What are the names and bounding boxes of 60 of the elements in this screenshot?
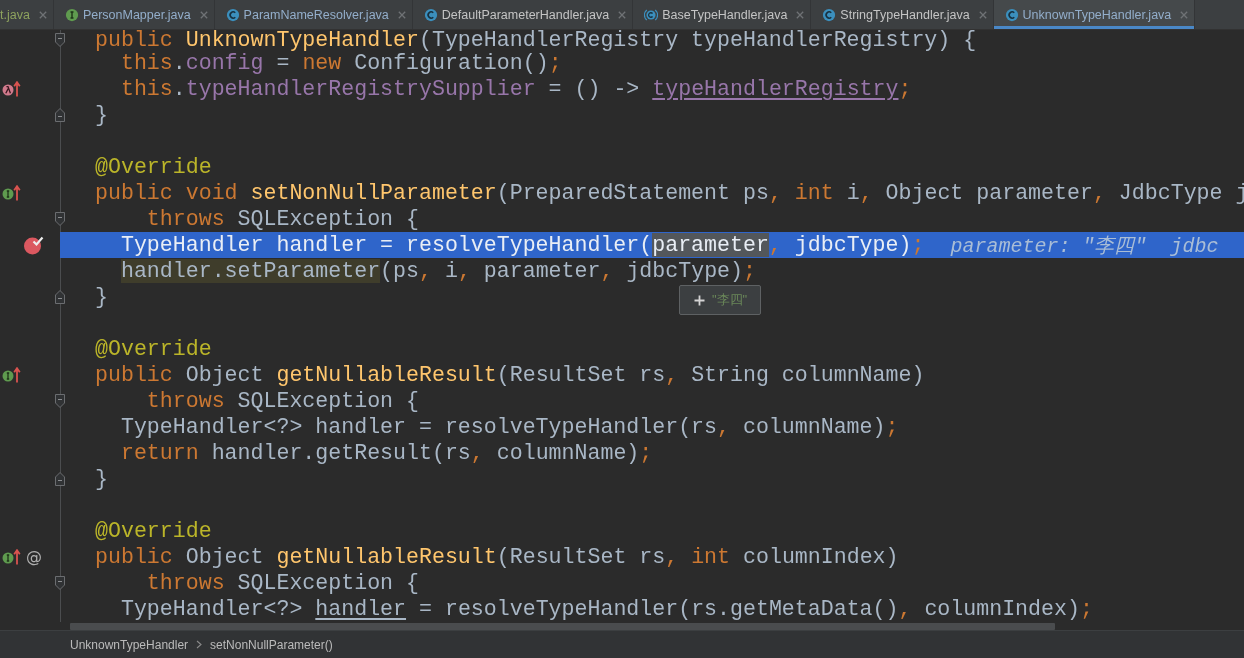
code-line: @Override <box>95 336 212 362</box>
circle-i-up-arrow-icon[interactable] <box>2 367 22 383</box>
breadcrumb[interactable]: setNonNullParameter() <box>210 637 333 652</box>
circle-c-icon <box>225 7 240 22</box>
lambda-up-arrow-icon[interactable] <box>2 81 22 97</box>
editor-tab[interactable]: StringTypeHandler.java <box>811 0 994 29</box>
code-line: } <box>95 102 108 128</box>
code-line: this.typeHandlerRegistrySupplier = () -> typeHandlerRegistry; <box>119 76 912 102</box>
close-icon[interactable] <box>618 10 627 19</box>
close-icon[interactable] <box>1180 10 1189 19</box>
plus-icon[interactable] <box>694 294 705 306</box>
editor-tab[interactable]: t.java <box>0 0 54 29</box>
code-line: throws SQLException { <box>145 388 419 414</box>
code-line: TypeHandler<?> handler = resolveTypeHandler(rs, columnName); <box>119 414 899 440</box>
fold-icon[interactable] <box>54 107 66 123</box>
code-line: @Override <box>95 518 212 544</box>
inline-debug-value: parameter: "李四" jdbc <box>950 233 1219 259</box>
editor-tab[interactable]: PersonMapper.java <box>53 0 215 29</box>
code-line: @Override <box>95 154 212 180</box>
bracketed-circle-c-icon <box>644 7 659 22</box>
code-line: public void setNonNullParameter(PreparedStatement ps, int i, Object parameter, JdbcType j <box>95 180 1244 206</box>
circle-c-icon <box>423 7 438 22</box>
circle-i-up-arrow-icon[interactable] <box>2 549 22 565</box>
code-line: public UnknownTypeHandler(TypeHandlerRegistry typeHandlerRegistry) { <box>95 30 977 50</box>
code-line: } <box>95 466 108 492</box>
fold-icon[interactable] <box>54 393 66 409</box>
close-icon[interactable] <box>199 10 208 19</box>
code-line: TypeHandler<?> handler = resolveTypeHandler(rs.getMetaData(), columnIndex); <box>119 596 1093 622</box>
fold-icon[interactable] <box>54 575 66 591</box>
editor-tab[interactable]: UnknownTypeHandler.java <box>993 0 1196 29</box>
code-line: handler.setParameter(ps, i, parameter, jdbcType); <box>119 258 756 284</box>
circle-i-up-arrow-icon[interactable] <box>2 185 22 201</box>
editor-tab[interactable]: BaseTypeHandler.java <box>633 0 812 29</box>
circle-i-icon <box>64 7 79 22</box>
code-line: throws SQLException { <box>145 570 419 596</box>
scrollbar-thumb[interactable] <box>70 622 1055 630</box>
code-line: this.config = new Configuration(); <box>119 51 562 76</box>
circle-c-icon <box>822 7 837 22</box>
fold-icon[interactable] <box>54 32 66 48</box>
code-line: } <box>95 284 108 310</box>
close-icon[interactable] <box>796 10 805 19</box>
editor-tab[interactable]: ParamNameResolver.java <box>214 0 413 29</box>
fold-icon[interactable] <box>54 211 66 227</box>
close-icon[interactable] <box>38 10 47 19</box>
fold-icon[interactable] <box>54 289 66 305</box>
breadcrumb[interactable]: UnknownTypeHandler <box>70 637 189 652</box>
code-line: throws SQLException { <box>145 206 419 232</box>
at-sign-marker[interactable]: @ <box>26 548 42 566</box>
close-icon[interactable] <box>397 10 406 19</box>
fold-icon[interactable] <box>54 471 66 487</box>
circle-c-icon <box>1004 7 1019 22</box>
tooltip-value: "李四" <box>712 291 748 309</box>
close-icon[interactable] <box>978 10 987 19</box>
code-line: return handler.getResult(rs, columnName); <box>119 440 653 466</box>
code-line: public Object getNullableResult(ResultSet rs, int columnIndex) <box>95 544 899 570</box>
code-line: TypeHandler handler = resolveTypeHandler(parameter, jdbcType); <box>119 232 925 258</box>
code-line: public Object getNullableResult(ResultSet rs, String columnName) <box>95 362 925 388</box>
chevron-icon <box>196 640 203 649</box>
editor-tab[interactable]: DefaultParameterHandler.java <box>412 0 634 29</box>
breakpoint-icon[interactable] <box>23 235 44 255</box>
